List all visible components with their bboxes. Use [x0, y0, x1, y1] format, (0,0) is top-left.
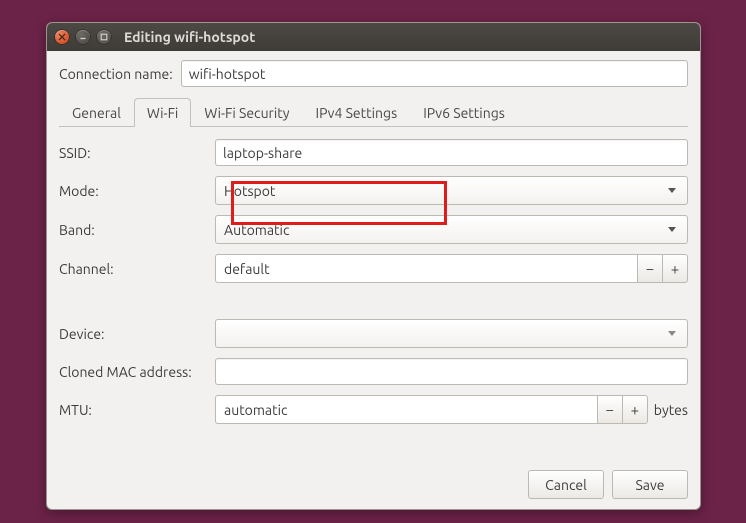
channel-label: Channel: [59, 261, 215, 277]
mode-select[interactable]: Hotspot [215, 176, 688, 205]
tab-wifi[interactable]: Wi-Fi [134, 98, 191, 127]
tab-wifi-security[interactable]: Wi-Fi Security [191, 98, 302, 127]
tab-ipv4-settings[interactable]: IPv4 Settings [303, 98, 411, 127]
channel-step-up[interactable]: + [662, 254, 688, 283]
window-close-icon[interactable] [55, 30, 69, 44]
connection-name-label: Connection name: [59, 66, 173, 82]
mtu-unit: bytes [648, 402, 688, 418]
window-minimize-icon[interactable] [76, 30, 90, 44]
ssid-label: SSID: [59, 145, 215, 161]
tab-body-wifi: SSID: Mode: Hotspot Band: Automatic Chan… [59, 127, 688, 424]
window-title: Editing wifi-hotspot [124, 29, 255, 45]
tab-strip: General Wi-Fi Wi-Fi Security IPv4 Settin… [59, 97, 688, 127]
titlebar: Editing wifi-hotspot [47, 23, 700, 51]
cloned-mac-input[interactable] [215, 358, 688, 385]
channel-step-down[interactable]: − [637, 254, 662, 283]
tab-general[interactable]: General [59, 98, 134, 127]
band-select-value: Automatic [224, 222, 289, 238]
cloned-mac-label: Cloned MAC address: [59, 364, 215, 380]
channel-input[interactable] [215, 254, 637, 283]
channel-spinner: − + [215, 254, 688, 283]
device-select[interactable] [215, 319, 688, 348]
mtu-input[interactable] [215, 395, 597, 424]
connection-name-input[interactable] [181, 60, 688, 87]
device-label: Device: [59, 326, 215, 342]
window-maximize-icon[interactable] [97, 30, 111, 44]
cancel-button[interactable]: Cancel [528, 470, 604, 499]
mtu-label: MTU: [59, 402, 215, 418]
mode-select-value: Hotspot [224, 183, 275, 199]
tab-ipv6-settings[interactable]: IPv6 Settings [410, 98, 518, 127]
save-button[interactable]: Save [612, 470, 688, 499]
mtu-step-down[interactable]: − [597, 395, 622, 424]
ssid-input[interactable] [215, 139, 688, 166]
mtu-step-up[interactable]: + [622, 395, 648, 424]
mtu-spinner: − + [215, 395, 648, 424]
band-select[interactable]: Automatic [215, 215, 688, 244]
mode-label: Mode: [59, 183, 215, 199]
band-label: Band: [59, 222, 215, 238]
dialog-window: Editing wifi-hotspot Connection name: Ge… [46, 22, 701, 510]
